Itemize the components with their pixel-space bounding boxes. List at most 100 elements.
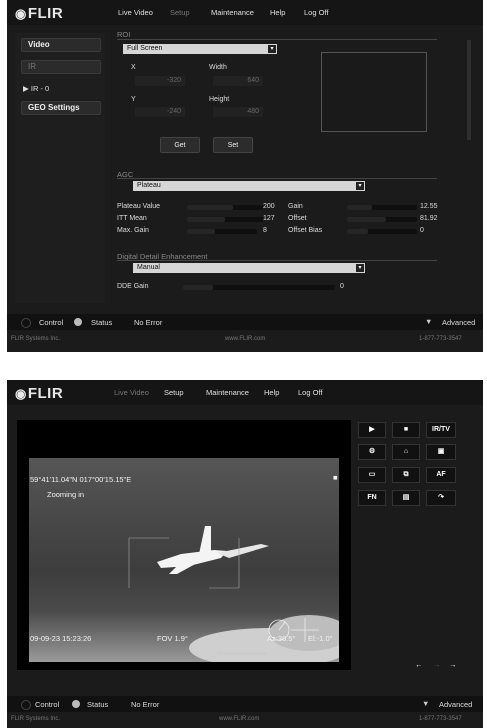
sidebar-item-ir[interactable]: IR	[21, 60, 101, 74]
snapshot-icon: ⧉	[403, 471, 409, 478]
roi-get-button[interactable]: Get	[160, 137, 200, 153]
recording-indicator: ■	[333, 473, 338, 482]
setup-sidebar: Video IR ▶ IR - 0 GEO Settings	[15, 33, 105, 303]
nav-help[interactable]: Help	[270, 8, 285, 17]
arrow-mid-icon[interactable]: →	[433, 660, 441, 669]
dde-gain-label: DDE Gain	[117, 283, 149, 290]
itt-mean-slider[interactable]	[187, 217, 263, 222]
nav-logoff[interactable]: Log Off	[298, 388, 322, 397]
settings-content: ROI Full Screen ▾ X Width -320 640 Y Heig…	[115, 30, 473, 300]
settings-button[interactable]: ⚙	[358, 444, 386, 460]
autofocus-button[interactable]: AF	[426, 467, 456, 483]
footer-url[interactable]: www.FLIR.com	[219, 716, 259, 722]
roi-set-button[interactable]: Set	[213, 137, 253, 153]
footer: FLIR Systems Inc. www.FLIR.com 1-877-773…	[7, 334, 483, 348]
offset-slider[interactable]	[347, 217, 417, 222]
roi-header: ROI	[117, 30, 131, 39]
max-gain-slider[interactable]	[187, 229, 257, 234]
play-icon: ▶	[23, 84, 29, 93]
roi-height-input[interactable]: 480	[213, 107, 263, 117]
nav-maintenance[interactable]: Maintenance	[206, 388, 249, 397]
roi-preview-box	[321, 52, 427, 132]
footer-company: FLIR Systems Inc.	[11, 716, 61, 722]
status-message: No Error	[131, 700, 160, 709]
nav-logoff[interactable]: Log Off	[304, 8, 328, 17]
max-gain-label: Max. Gain	[117, 227, 149, 234]
chevron-down-icon[interactable]: ▼	[422, 699, 429, 708]
gain-slider[interactable]	[347, 205, 417, 210]
roi-y-input[interactable]: -240	[135, 107, 185, 117]
sidebar-item-geo-settings[interactable]: GEO Settings	[21, 101, 101, 115]
status-label: Status	[87, 700, 109, 709]
footer-url[interactable]: www.FLIR.com	[225, 336, 265, 342]
top-navigation-bar: ◉FLIR Live Video Setup Maintenance Help …	[7, 0, 483, 25]
status-bar: Control Status No Error ▼ Advanced	[7, 696, 483, 712]
snapshot-button[interactable]: ⧉	[392, 467, 420, 483]
agc-divider	[117, 178, 437, 179]
nav-maintenance[interactable]: Maintenance	[211, 8, 254, 17]
roi-divider	[117, 39, 437, 40]
rotate-icon: ↷	[438, 494, 444, 501]
settings-scrollbar[interactable]	[467, 40, 471, 140]
live-video-panel: ◉FLIR Live Video Setup Maintenance Help …	[7, 380, 483, 728]
control-indicator	[21, 700, 31, 710]
roi-mode-select[interactable]: Full Screen ▾	[123, 44, 277, 54]
roi-height-label: Height	[209, 96, 230, 103]
roi-width-input[interactable]: 640	[213, 76, 263, 86]
dde-gain-slider[interactable]	[183, 285, 335, 290]
advanced-button[interactable]: Advanced	[442, 318, 475, 327]
offset-bias-label: Offset Bias	[288, 227, 323, 234]
airplane	[157, 526, 269, 574]
status-bar: Control Status No Error ▼ Advanced	[7, 314, 483, 330]
flir-logo: ◉FLIR	[15, 5, 64, 22]
date-time: 09-09-23 15:23:26	[30, 634, 92, 643]
play-button[interactable]: ▶	[358, 422, 386, 438]
plateau-value: 200	[263, 203, 275, 210]
agc-mode-select[interactable]: Plateau ▾	[133, 181, 365, 191]
ir-tv-button[interactable]: IR/TV	[426, 422, 456, 438]
offset-label: Offset	[288, 215, 307, 222]
sidebar-item-video[interactable]: Video	[21, 38, 101, 52]
arrow-right-icon[interactable]: →	[449, 660, 457, 669]
video-scene	[128, 526, 349, 668]
control-label[interactable]: Control	[39, 318, 63, 327]
status-message: No Error	[134, 318, 163, 327]
gps-coordinates: 59°41'11.04"N 017°00'15.15"E	[30, 475, 132, 484]
zoom-status: Zooming in	[47, 490, 85, 499]
control-label[interactable]: Control	[35, 700, 59, 709]
stop-button[interactable]: ■	[392, 422, 420, 438]
nav-help[interactable]: Help	[264, 388, 279, 397]
setup-panel: ◉FLIR Live Video Setup Maintenance Help …	[7, 0, 483, 352]
gears-icon: ⚙	[368, 448, 376, 455]
function-button[interactable]: FN	[358, 490, 386, 506]
roi-x-label: X	[131, 64, 136, 71]
gain-value: 12.55	[420, 203, 438, 210]
gallery-button[interactable]: ▤	[392, 490, 420, 506]
image-toggle-button[interactable]: ▣	[426, 444, 456, 460]
footer-company: FLIR Systems Inc.	[11, 336, 61, 342]
rotate-button[interactable]: ↷	[426, 490, 456, 506]
nav-setup[interactable]: Setup	[164, 388, 184, 397]
arrow-left-icon[interactable]: ←	[415, 660, 423, 669]
offset-value: 81.92	[420, 215, 438, 222]
home-button[interactable]: ⌂	[392, 444, 420, 460]
offset-bias-slider[interactable]	[347, 229, 417, 234]
dde-divider	[117, 260, 437, 261]
advanced-button[interactable]: Advanced	[439, 700, 472, 709]
image-icon: ▣	[437, 448, 445, 455]
max-gain-value: 8	[263, 227, 267, 234]
nav-live-video[interactable]: Live Video	[118, 8, 153, 17]
nav-setup[interactable]: Setup	[170, 8, 190, 17]
nav-live-video[interactable]: Live Video	[114, 388, 149, 397]
live-video-frame[interactable]: 59°41'11.04"N 017°00'15.15"E Zooming in …	[17, 420, 351, 670]
dde-mode-select[interactable]: Manual ▾	[133, 263, 365, 273]
chevron-down-icon[interactable]: ▼	[425, 317, 432, 326]
plateau-value-slider[interactable]	[187, 205, 263, 210]
camera-button[interactable]: ▭	[358, 467, 386, 483]
play-icon: ▶	[369, 426, 375, 433]
footer-phone: 1-877-773-3547	[419, 336, 462, 342]
sidebar-item-ir-0[interactable]: ▶ IR - 0	[23, 84, 49, 93]
flir-logo: ◉FLIR	[15, 385, 64, 402]
gallery-icon: ▤	[402, 494, 410, 501]
roi-x-input[interactable]: -320	[135, 76, 185, 86]
